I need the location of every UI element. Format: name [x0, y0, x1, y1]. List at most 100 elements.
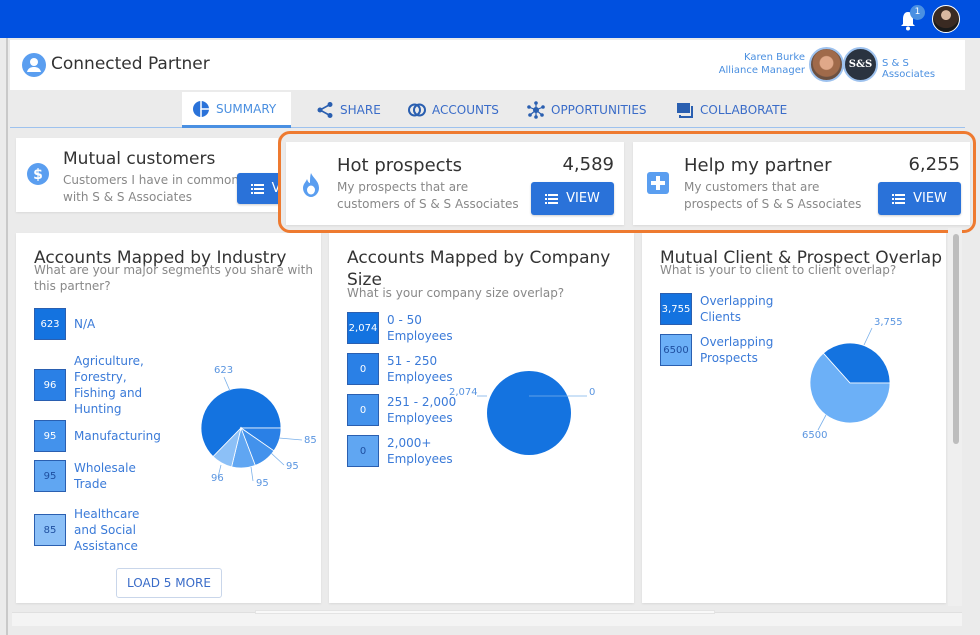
top-navigation-bar: 1	[0, 0, 980, 38]
tab-label: ACCOUNTS	[432, 103, 499, 117]
legend-label: 0 - 50 Employees	[387, 313, 453, 343]
pie-slice[interactable]	[487, 371, 571, 455]
panel-subtitle-line: this partner?	[34, 279, 111, 293]
tab-accounts[interactable]: ACCOUNTS	[398, 92, 509, 128]
pie-value-label: 2,074	[449, 387, 478, 398]
flame-icon	[303, 173, 319, 197]
stat-description: Customers I have in common with S & S As…	[63, 172, 239, 206]
manager-role: Alliance Manager	[718, 65, 805, 76]
chat-icon	[677, 103, 693, 118]
stat-title: Mutual customers	[63, 149, 216, 169]
legend-value-box: 0	[347, 353, 379, 385]
network-icon	[527, 101, 545, 119]
help-my-partner-card: Help my partner My customers that are pr…	[633, 142, 970, 225]
legend-value-box: 95	[34, 460, 66, 492]
company-name-link[interactable]: S & S Associates	[882, 58, 965, 80]
legend-label: Manufacturing	[74, 429, 161, 443]
legend-value-box: 95	[34, 420, 66, 452]
stat-description: My prospects that are customers of S & S…	[337, 179, 519, 213]
company-logo[interactable]: S&S	[843, 47, 878, 82]
tab-share[interactable]: SHARE	[306, 92, 391, 128]
company-size-pie-chart: 2,074 0	[449, 371, 595, 455]
tab-bar: SUMMARY SHARE ACCOUNTS OPPORTUNITIES COL…	[10, 92, 965, 128]
legend-item[interactable]: 0 51 - 250 Employees	[347, 353, 453, 385]
plus-icon	[647, 172, 669, 194]
pie-value-label: 623	[214, 365, 233, 376]
tab-collaborate[interactable]: COLLABORATE	[666, 92, 797, 128]
user-avatar[interactable]	[932, 5, 960, 33]
horizontal-scrollbar[interactable]	[12, 612, 962, 626]
legend-value-box: 623	[34, 308, 66, 340]
view-button-label: VIEW	[271, 181, 278, 196]
vertical-scrollbar-thumb[interactable]	[953, 234, 959, 444]
legend-item[interactable]: 96 Agriculture, Forestry, Fishing and Huntin…	[34, 353, 144, 417]
hot-prospects-count: 4,589	[562, 154, 614, 175]
list-icon	[545, 193, 559, 204]
legend-label: Agriculture, Forestry, Fishing and Hunting	[74, 354, 144, 416]
legend-label: Healthcare and Social Assistance	[74, 507, 140, 553]
legend-item[interactable]: 2,074 0 - 50 Employees	[347, 312, 453, 344]
pie-value-label: 6500	[802, 430, 827, 441]
stat-description-line: prospects of S & S Associates	[684, 197, 862, 211]
notification-badge: 1	[910, 5, 925, 20]
stat-title: Hot prospects	[337, 155, 462, 176]
alliance-manager-info[interactable]: Karen Burke Alliance Manager	[719, 51, 805, 77]
help-my-partner-view-button[interactable]: VIEW	[878, 182, 961, 215]
tab-opportunities[interactable]: OPPORTUNITIES	[517, 92, 657, 128]
legend-label: Overlapping Clients	[700, 294, 774, 324]
panel-subtitle: What is your company size overlap?	[347, 286, 565, 300]
industry-pie-chart: 623 85 95 95 96	[200, 365, 316, 489]
legend-value-box: 96	[34, 369, 66, 401]
page-title: Connected Partner	[51, 54, 210, 74]
list-icon	[250, 183, 264, 194]
legend-item[interactable]: 95 Wholesale Trade	[34, 460, 136, 492]
share-icon	[317, 102, 333, 118]
pie-value-label: 95	[286, 461, 299, 472]
legend-value-box: 0	[347, 435, 379, 467]
stat-description-line: Customers I have in common	[63, 173, 239, 187]
tab-summary[interactable]: SUMMARY	[182, 92, 291, 128]
tab-label: SUMMARY	[216, 101, 277, 116]
legend-label: N/A	[74, 317, 96, 331]
pie-value-label: 0	[589, 387, 595, 398]
pie-label-leader	[223, 376, 231, 392]
tab-label: SHARE	[340, 103, 381, 117]
stat-title: Help my partner	[684, 155, 832, 176]
hot-prospects-view-button[interactable]: VIEW	[531, 182, 614, 215]
pie-value-label: 85	[304, 435, 316, 446]
tab-label: OPPORTUNITIES	[551, 103, 647, 117]
pie-label-leader	[270, 452, 285, 466]
stat-description-line: with S & S Associates	[63, 190, 192, 204]
legend-item[interactable]: 6500 Overlapping Prospects	[660, 334, 773, 366]
legend-value-box: 6500	[660, 334, 692, 366]
mutual-customers-card: $ Mutual customers Customers I have in c…	[16, 138, 278, 212]
view-button-label: VIEW	[913, 191, 947, 206]
view-button-label: VIEW	[566, 191, 600, 206]
overlap-pie-chart: 3,755 6500	[802, 317, 903, 441]
user-circle-icon	[22, 53, 46, 77]
pie-label-leader	[863, 327, 873, 346]
load-more-button[interactable]: LOAD 5 MORE	[116, 568, 222, 598]
tab-label: COLLABORATE	[700, 103, 788, 117]
list-icon	[892, 193, 906, 204]
legend-item[interactable]: 85 Healthcare and Social Assistance	[34, 506, 139, 554]
pie-label-leader	[278, 437, 303, 441]
panel-subtitle: What is your to client to client overlap…	[660, 263, 897, 277]
legend-item[interactable]: 3,755 Overlapping Clients	[660, 293, 773, 325]
overlap-circles-icon	[408, 103, 426, 117]
legend-item[interactable]: 623 N/A	[34, 308, 95, 340]
manager-name: Karen Burke	[744, 52, 805, 63]
horizontal-scrollbar-thumb[interactable]	[255, 610, 715, 614]
legend-item[interactable]: 0 2,000+ Employees	[347, 435, 453, 467]
pie-chart-icon	[193, 100, 209, 117]
legend-item[interactable]: 95 Manufacturing	[34, 420, 161, 452]
pie-value-label: 95	[256, 478, 269, 489]
legend-value-box: 0	[347, 394, 379, 426]
manager-avatar[interactable]	[809, 47, 844, 82]
panel-title-line: Accounts Mapped by Company	[347, 248, 611, 268]
hot-prospects-card: Hot prospects My prospects that are cust…	[286, 142, 624, 225]
pie-label-leader	[817, 414, 827, 431]
dollar-icon: $	[27, 163, 49, 185]
mutual-customers-view-button[interactable]: VIEW	[237, 173, 278, 204]
pie-label-leader	[250, 466, 254, 482]
